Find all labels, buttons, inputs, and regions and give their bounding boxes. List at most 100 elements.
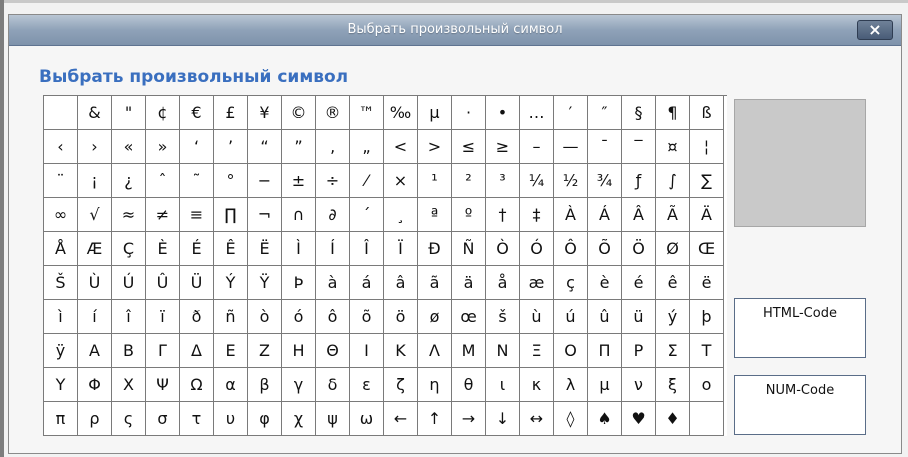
symbol-cell[interactable]: Θ [316, 334, 350, 368]
symbol-cell[interactable]: η [418, 368, 452, 402]
symbol-cell[interactable]: ∑ [690, 164, 724, 198]
symbol-cell[interactable]: Œ [690, 232, 724, 266]
symbol-cell[interactable]: − [248, 164, 282, 198]
symbol-cell[interactable]: Š [44, 266, 78, 300]
symbol-cell[interactable]: ι [486, 368, 520, 402]
symbol-cell[interactable]: ¸ [384, 198, 418, 232]
symbol-cell[interactable]: ß [690, 96, 724, 130]
symbol-cell[interactable]: θ [452, 368, 486, 402]
symbol-cell[interactable]: ã [418, 266, 452, 300]
symbol-cell[interactable]: ™ [350, 96, 384, 130]
symbol-cell[interactable]: õ [350, 300, 384, 334]
symbol-cell[interactable]: ¾ [588, 164, 622, 198]
symbol-cell[interactable]: Ï [384, 232, 418, 266]
symbol-cell[interactable]: ‾ [622, 130, 656, 164]
symbol-cell[interactable]: ″ [588, 96, 622, 130]
symbol-cell[interactable]: ¦ [690, 130, 724, 164]
symbol-cell[interactable]: « [112, 130, 146, 164]
symbol-cell[interactable]: ´ [350, 198, 384, 232]
symbol-cell[interactable]: × [384, 164, 418, 198]
symbol-cell[interactable]: ◊ [554, 402, 588, 436]
symbol-cell[interactable]: Ð [418, 232, 452, 266]
symbol-cell[interactable]: ÷ [316, 164, 350, 198]
symbol-cell[interactable] [44, 96, 78, 130]
symbol-cell[interactable]: ∂ [316, 198, 350, 232]
symbol-cell[interactable]: ¤ [656, 130, 690, 164]
symbol-cell[interactable]: Ε [214, 334, 248, 368]
symbol-cell[interactable]: Í [316, 232, 350, 266]
symbol-cell[interactable]: κ [520, 368, 554, 402]
symbol-cell[interactable]: ≠ [146, 198, 180, 232]
symbol-cell[interactable]: á [350, 266, 384, 300]
symbol-cell[interactable]: ¨ [44, 164, 78, 198]
symbol-cell[interactable]: • [486, 96, 520, 130]
symbol-cell[interactable]: ï [146, 300, 180, 334]
symbol-cell[interactable]: ↔ [520, 402, 554, 436]
symbol-cell[interactable]: ♥ [622, 402, 656, 436]
symbol-cell[interactable]: Μ [452, 334, 486, 368]
symbol-cell[interactable]: ê [656, 266, 690, 300]
symbol-cell[interactable]: Á [588, 198, 622, 232]
symbol-cell[interactable]: ý [656, 300, 690, 334]
symbol-cell[interactable]: Ì [282, 232, 316, 266]
symbol-cell[interactable]: Ó [520, 232, 554, 266]
symbol-cell[interactable]: ¹ [418, 164, 452, 198]
symbol-cell[interactable]: ¡ [78, 164, 112, 198]
symbol-cell[interactable]: → [452, 402, 486, 436]
symbol-cell[interactable]: š [486, 300, 520, 334]
symbol-cell[interactable]: © [282, 96, 316, 130]
symbol-cell[interactable]: è [588, 266, 622, 300]
symbol-cell[interactable]: ¼ [520, 164, 554, 198]
symbol-cell[interactable]: » [146, 130, 180, 164]
symbol-cell[interactable]: þ [690, 300, 724, 334]
symbol-cell[interactable]: ¬ [248, 198, 282, 232]
symbol-cell[interactable]: Ω [180, 368, 214, 402]
symbol-cell[interactable]: ∏ [214, 198, 248, 232]
symbol-cell[interactable]: é [622, 266, 656, 300]
symbol-cell[interactable]: € [180, 96, 214, 130]
symbol-cell[interactable]: ≡ [180, 198, 214, 232]
symbol-cell[interactable]: Π [588, 334, 622, 368]
symbol-cell[interactable]: ω [350, 402, 384, 436]
symbol-cell[interactable]: Ú [112, 266, 146, 300]
symbol-cell[interactable]: È [146, 232, 180, 266]
symbol-cell[interactable]: Ù [78, 266, 112, 300]
symbol-cell[interactable]: ì [44, 300, 78, 334]
symbol-cell[interactable]: ” [282, 130, 316, 164]
symbol-cell[interactable] [690, 402, 724, 436]
symbol-cell[interactable]: Â [622, 198, 656, 232]
symbol-cell[interactable]: Ã [656, 198, 690, 232]
symbol-cell[interactable]: Ø [656, 232, 690, 266]
symbol-cell[interactable]: ≤ [452, 130, 486, 164]
symbol-cell[interactable]: í [78, 300, 112, 334]
symbol-cell[interactable]: ¥ [248, 96, 282, 130]
symbol-cell[interactable]: ƒ [622, 164, 656, 198]
symbol-cell[interactable]: χ [282, 402, 316, 436]
symbol-cell[interactable]: τ [180, 402, 214, 436]
symbol-cell[interactable]: ˜ [180, 164, 214, 198]
symbol-cell[interactable]: ‡ [520, 198, 554, 232]
symbol-cell[interactable]: Ò [486, 232, 520, 266]
symbol-cell[interactable]: ³ [486, 164, 520, 198]
symbol-cell[interactable]: û [588, 300, 622, 334]
symbol-cell[interactable]: φ [248, 402, 282, 436]
symbol-cell[interactable]: ò [248, 300, 282, 334]
symbol-cell[interactable]: › [78, 130, 112, 164]
symbol-cell[interactable]: δ [316, 368, 350, 402]
symbol-cell[interactable]: σ [146, 402, 180, 436]
symbol-cell[interactable]: Å [44, 232, 78, 266]
symbol-cell[interactable]: À [554, 198, 588, 232]
symbol-cell[interactable]: Ü [180, 266, 214, 300]
symbol-cell[interactable]: Β [112, 334, 146, 368]
symbol-cell[interactable]: ² [452, 164, 486, 198]
symbol-cell[interactable]: £ [214, 96, 248, 130]
symbol-cell[interactable]: “ [248, 130, 282, 164]
symbol-cell[interactable]: > [418, 130, 452, 164]
symbol-cell[interactable]: Û [146, 266, 180, 300]
symbol-cell[interactable]: ξ [656, 368, 690, 402]
symbol-cell[interactable]: Γ [146, 334, 180, 368]
num-code-field[interactable]: NUM-Code [734, 375, 866, 435]
symbol-cell[interactable]: π [44, 402, 78, 436]
symbol-cell[interactable]: ÿ [44, 334, 78, 368]
symbol-cell[interactable]: ë [690, 266, 724, 300]
